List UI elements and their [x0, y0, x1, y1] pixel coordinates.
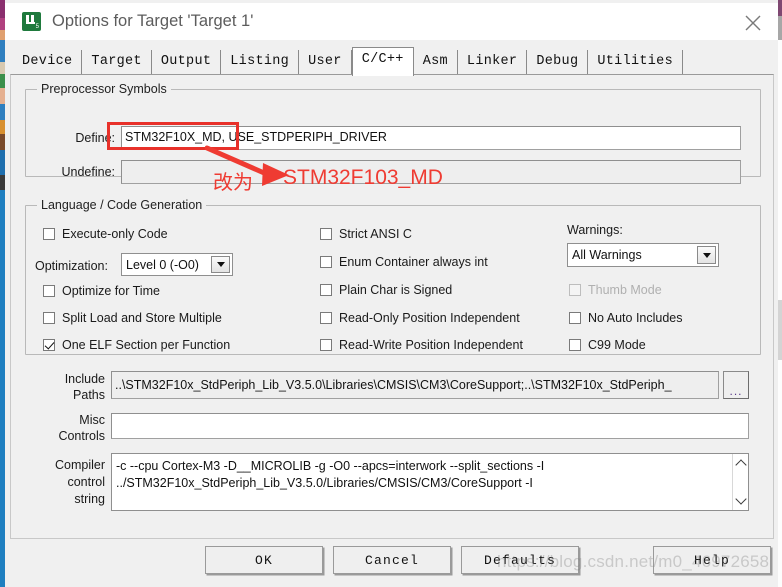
keil-uvision-icon: 5	[22, 12, 41, 31]
checkbox-split-load-store-multiple[interactable]: Split Load and Store Multiple	[43, 311, 222, 325]
checkbox-plain-char-is-signed[interactable]: Plain Char is Signed	[320, 283, 452, 297]
compiler-string-line-1: -c --cpu Cortex-M3 -D__MICROLIB -g -O0 -…	[116, 459, 545, 473]
scroll-down-icon[interactable]	[733, 493, 748, 508]
include-paths-label-line2: Paths	[73, 388, 105, 402]
checkbox-strict-ansi-c[interactable]: Strict ANSI C	[320, 227, 412, 241]
checkbox-label: One ELF Section per Function	[62, 338, 231, 352]
checkbox-label: Read-Write Position Independent	[339, 338, 523, 352]
optimization-value: Level 0 (-O0)	[126, 257, 199, 272]
c-cpp-panel: Preprocessor Symbols Define: STM32F10X_M…	[10, 74, 774, 539]
undefine-label: Undefine:	[61, 165, 115, 179]
help-button[interactable]: Help	[653, 546, 771, 574]
checkbox-label: Optimize for Time	[62, 284, 160, 298]
include-paths-input[interactable]: ..\STM32F10x_StdPeriph_Lib_V3.5.0\Librar…	[111, 371, 719, 399]
warnings-select[interactable]: All Warnings	[567, 243, 719, 267]
checkbox-label: Split Load and Store Multiple	[62, 311, 222, 325]
tab-listing[interactable]: Listing	[221, 50, 300, 75]
ok-button[interactable]: OK	[205, 546, 323, 574]
tab-c-cpp[interactable]: C/C++	[351, 47, 414, 76]
misc-controls-label-line1: Misc	[79, 413, 105, 427]
define-label: Define:	[75, 131, 115, 145]
checkbox-box	[320, 339, 332, 351]
checkbox-box	[43, 228, 55, 240]
checkbox-box	[43, 339, 55, 351]
checkbox-enum-container-always-int[interactable]: Enum Container always int	[320, 255, 488, 269]
compiler-string-line-2: ../STM32F10x_StdPeriph_Lib_V3.5.0/Librar…	[116, 476, 533, 490]
checkbox-label: Plain Char is Signed	[339, 283, 453, 297]
checkbox-execute-only-code[interactable]: Execute-only Code	[43, 227, 168, 241]
chevron-down-icon[interactable]	[211, 256, 230, 273]
checkbox-box	[569, 339, 581, 351]
cancel-button[interactable]: Cancel	[333, 546, 451, 574]
checkbox-box	[569, 312, 581, 324]
tab-strip: Device Target Output Listing User C/C++ …	[5, 44, 778, 76]
checkbox-optimize-for-time[interactable]: Optimize for Time	[43, 284, 160, 298]
checkbox-box	[320, 284, 332, 296]
chevron-down-icon[interactable]	[697, 246, 716, 264]
checkbox-box	[43, 312, 55, 324]
checkbox-label: Strict ANSI C	[339, 227, 412, 241]
checkbox-label: No Auto Includes	[588, 311, 683, 325]
misc-controls-label-line2: Controls	[58, 429, 105, 443]
preprocessor-group-title: Preprocessor Symbols	[37, 82, 171, 96]
scroll-up-icon[interactable]	[733, 456, 748, 471]
background-edge-strip-left	[0, 0, 5, 587]
checkbox-thumb-mode: Thumb Mode	[569, 283, 662, 297]
options-dialog: 5 Options for Target 'Target 1' Device T…	[0, 0, 782, 587]
optimization-select[interactable]: Level 0 (-O0)	[121, 253, 233, 276]
compiler-string-scrollbar[interactable]	[732, 454, 748, 510]
tab-linker[interactable]: Linker	[457, 50, 528, 75]
checkbox-box	[569, 284, 581, 296]
compiler-string-label-line2: control	[67, 475, 105, 489]
checkbox-label: Execute-only Code	[62, 227, 168, 241]
tab-list: Device Target Output Listing User C/C++ …	[13, 47, 683, 76]
checkbox-one-elf-section-per-function[interactable]: One ELF Section per Function	[43, 338, 230, 352]
background-edge-strip-right	[778, 0, 782, 587]
checkbox-label: Thumb Mode	[588, 283, 662, 297]
tab-asm[interactable]: Asm	[413, 50, 458, 75]
close-icon[interactable]	[740, 11, 766, 33]
language-group-title: Language / Code Generation	[37, 198, 207, 212]
checkbox-label: C99 Mode	[588, 338, 646, 352]
tab-target[interactable]: Target	[82, 50, 152, 75]
include-paths-label-line1: Include	[64, 372, 105, 386]
misc-controls-input[interactable]	[111, 413, 749, 439]
compiler-string-label-line3: string	[74, 492, 105, 506]
compiler-control-string-textarea[interactable]: -c --cpu Cortex-M3 -D__MICROLIB -g -O0 -…	[111, 453, 749, 511]
tab-output[interactable]: Output	[151, 50, 222, 75]
tab-user[interactable]: User	[299, 50, 352, 75]
title-bar: 5 Options for Target 'Target 1'	[5, 3, 778, 40]
checkbox-label: Enum Container always int	[339, 255, 488, 269]
tab-debug[interactable]: Debug	[527, 50, 589, 75]
checkbox-c99-mode[interactable]: C99 Mode	[569, 338, 646, 352]
tab-utilities[interactable]: Utilities	[588, 50, 683, 75]
compiler-string-label-line1: Compiler	[54, 458, 105, 472]
ellipsis-icon: ...	[729, 384, 743, 398]
warnings-value: All Warnings	[572, 248, 642, 262]
checkbox-box	[43, 285, 55, 297]
warnings-label: Warnings:	[567, 223, 623, 237]
dialog-button-row: OK Cancel Defaults Help	[0, 546, 782, 587]
define-input[interactable]: STM32F10X_MD, USE_STDPERIPH_DRIVER	[121, 126, 741, 150]
checkbox-read-write-position-independent[interactable]: Read-Write Position Independent	[320, 338, 523, 352]
checkbox-box	[320, 312, 332, 324]
tab-device[interactable]: Device	[13, 50, 83, 75]
checkbox-box	[320, 228, 332, 240]
include-paths-browse-button[interactable]: ...	[723, 371, 749, 399]
defaults-button[interactable]: Defaults	[461, 546, 579, 574]
window-title: Options for Target 'Target 1'	[52, 12, 254, 30]
checkbox-label: Read-Only Position Independent	[339, 311, 520, 325]
checkbox-read-only-position-independent[interactable]: Read-Only Position Independent	[320, 311, 520, 325]
checkbox-no-auto-includes[interactable]: No Auto Includes	[569, 311, 683, 325]
checkbox-box	[320, 256, 332, 268]
undefine-input[interactable]	[121, 160, 741, 184]
optimization-label: Optimization:	[35, 259, 108, 273]
